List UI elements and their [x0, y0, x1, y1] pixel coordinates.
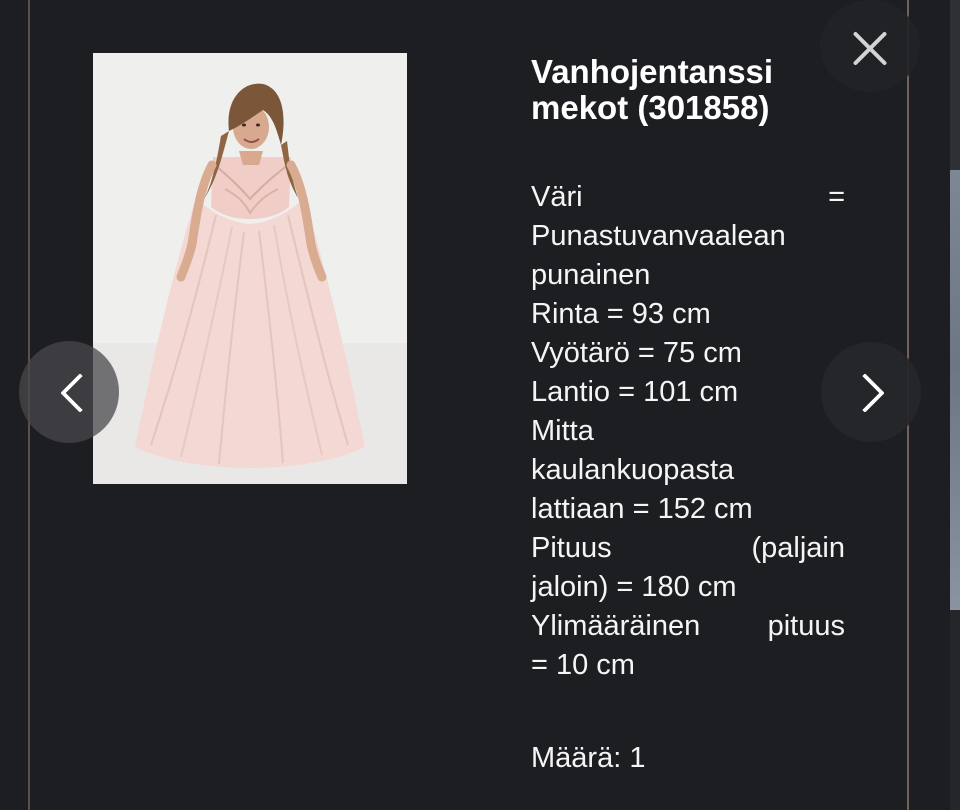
next-image-button[interactable]	[821, 342, 921, 442]
height-line-2: jaloin) = 180 cm	[531, 571, 737, 603]
product-title-line-2: mekot (301858)	[531, 89, 770, 126]
product-title-line-1: Vanhojentanssi	[531, 53, 774, 90]
hollow-to-floor-line-3: lattiaan = 152 cm	[531, 493, 753, 525]
color-value-line-2: punainen	[531, 259, 651, 291]
previous-image-button[interactable]	[19, 341, 119, 443]
extra-length-line-1: Ylimääräinen pituus	[531, 607, 845, 646]
adjacent-image-strip	[950, 0, 960, 810]
color-value-line-1: Punastuvanvaalean	[531, 220, 786, 252]
extra-length-label-continued: pituus	[767, 610, 845, 642]
hollow-to-floor-line-2: kaulankuopasta	[531, 454, 735, 486]
bust-measurement: Rinta = 93 cm	[531, 298, 711, 330]
product-title: Vanhojentanssi mekot (301858)	[531, 54, 851, 126]
chevron-right-icon	[845, 373, 885, 413]
adjacent-image-preview	[950, 170, 960, 610]
color-equals: =	[828, 181, 845, 213]
height-line-1: Pituus (paljain	[531, 529, 845, 568]
waist-measurement: Vyötärö = 75 cm	[531, 337, 742, 369]
extra-length-line-2: = 10 cm	[531, 649, 635, 681]
color-label: Väri	[531, 181, 583, 213]
product-lightbox: Vanhojentanssi mekot (301858) Väri = Pun…	[0, 0, 960, 810]
chevron-left-icon	[60, 373, 100, 413]
close-icon	[850, 28, 890, 68]
color-label-line: Väri =	[531, 178, 845, 217]
hollow-to-floor-line-1: Mitta	[531, 415, 594, 447]
product-details: Väri = Punastuvanvaalean punainen Rinta …	[531, 178, 845, 685]
height-label: Pituus	[531, 532, 612, 564]
quantity-text: Määrä: 1	[531, 742, 646, 774]
close-button[interactable]	[820, 0, 920, 92]
hip-measurement: Lantio = 101 cm	[531, 376, 739, 408]
product-image	[93, 53, 407, 484]
dress-photo	[93, 53, 407, 484]
adjacent-image-bottom	[950, 610, 960, 810]
extra-length-label: Ylimääräinen	[531, 610, 701, 642]
height-note-start: (paljain	[751, 532, 846, 564]
